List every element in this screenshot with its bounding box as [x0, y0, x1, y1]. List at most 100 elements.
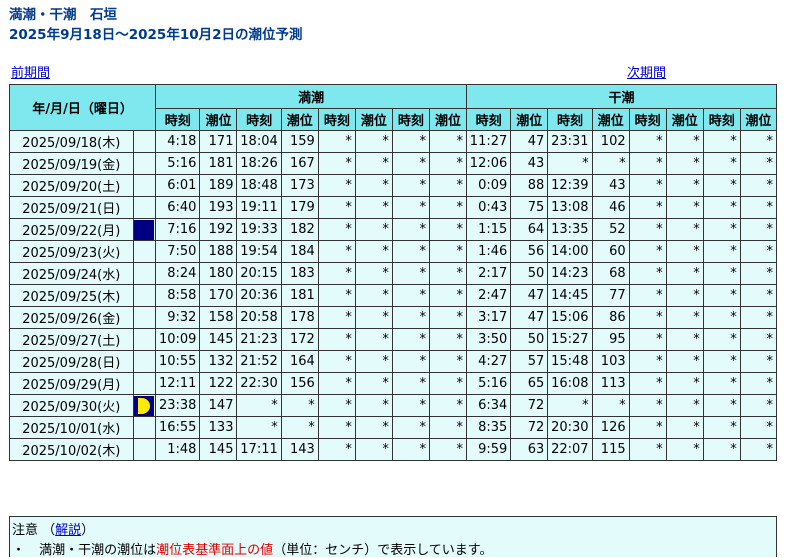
- low-tide-time-cell: *: [702, 328, 741, 351]
- table-row: 2025/09/26(金) 9:32 158 20:58 178 * * * * 3:17 47 15…: [9, 306, 778, 329]
- low-tide-time-cell: *: [628, 350, 667, 373]
- low-subheader-time: 時刻: [702, 108, 741, 131]
- date-cell: 2025/09/29(月): [9, 372, 134, 395]
- high-tide-level-cell: 158: [199, 306, 238, 329]
- bullet: ・: [12, 543, 26, 558]
- low-tide-time-cell: *: [628, 306, 667, 329]
- tide-table: 年/月/日（曜日） 満潮 干潮 時刻 潮位 時刻 潮位 時刻 潮位 時刻 潮位 時刻 潮位 時刻 潮位…: [8, 84, 778, 461]
- high-tide-level-cell: *: [354, 262, 393, 285]
- high-tide-level-cell: 180: [199, 262, 238, 285]
- low-tide-time-cell: 0:43: [465, 196, 512, 219]
- low-tide-time-cell: *: [702, 284, 741, 307]
- low-tide-level-cell: *: [739, 196, 778, 219]
- high-tide-level-cell: *: [354, 328, 393, 351]
- explanation-link[interactable]: 解説: [55, 523, 81, 538]
- low-tide-level-cell: *: [739, 174, 778, 197]
- low-tide-time-cell: *: [628, 240, 667, 263]
- high-tide-level-cell: *: [354, 240, 393, 263]
- low-tide-time-cell: 3:17: [465, 306, 512, 329]
- date-cell: 2025/10/02(木): [9, 438, 134, 461]
- high-subheader-level: 潮位: [280, 108, 319, 131]
- date-cell: 2025/09/23(火): [9, 240, 134, 263]
- low-tide-level-cell: 63: [510, 438, 549, 461]
- moon-phase-cell: [132, 152, 157, 175]
- high-tide-time-cell: 9:32: [155, 306, 201, 329]
- next-period-link[interactable]: 次期間: [627, 62, 666, 81]
- low-tide-time-cell: 5:16: [465, 372, 512, 395]
- low-tide-time-cell: 14:00: [547, 240, 593, 263]
- low-tide-level-cell: 43: [510, 152, 549, 175]
- high-tide-level-cell: *: [354, 174, 393, 197]
- low-tide-time-cell: 14:23: [547, 262, 593, 285]
- low-tide-level-cell: 47: [510, 306, 549, 329]
- low-tide-level-cell: *: [739, 218, 778, 241]
- low-tide-time-cell: *: [702, 130, 741, 153]
- low-tide-level-cell: *: [665, 218, 704, 241]
- high-tide-level-cell: 181: [280, 284, 319, 307]
- high-tide-level-cell: *: [428, 262, 468, 285]
- high-tide-level-cell: 132: [199, 350, 238, 373]
- high-tide-level-cell: *: [354, 218, 393, 241]
- low-tide-level-cell: *: [665, 328, 704, 351]
- low-tide-header: 干潮: [466, 84, 777, 109]
- high-tide-level-cell: 192: [199, 218, 238, 241]
- low-tide-level-cell: *: [665, 416, 704, 439]
- high-tide-level-cell: *: [428, 240, 468, 263]
- high-tide-level-cell: 171: [199, 130, 238, 153]
- low-tide-level-cell: *: [739, 438, 778, 461]
- note-text-before: 満潮・干潮の潮位は: [39, 543, 157, 558]
- high-tide-time-cell: 7:16: [155, 218, 201, 241]
- high-tide-level-cell: 193: [199, 196, 238, 219]
- note-highlight: 潮位表基準面上の値: [156, 543, 274, 558]
- table-row: 2025/09/22(月) 7:16 192 19:33 182 * * * * 1:15 64 13…: [9, 218, 778, 241]
- low-tide-time-cell: *: [547, 394, 593, 417]
- high-tide-time-cell: *: [391, 416, 430, 439]
- high-tide-level-cell: 188: [199, 240, 238, 263]
- low-tide-time-cell: *: [628, 262, 667, 285]
- high-tide-level-cell: 181: [199, 152, 238, 175]
- high-tide-level-cell: *: [354, 196, 393, 219]
- high-tide-time-cell: 7:50: [155, 240, 201, 263]
- page-title: 満潮・干潮 石垣 2025年9月18日～2025年10月2日の潮位予測: [9, 5, 303, 45]
- high-subheader-level: 潮位: [354, 108, 393, 131]
- table-row: 2025/09/21(日) 6:40 193 19:11 179 * * * * 0:43 75 13…: [9, 196, 778, 219]
- high-tide-level-cell: 164: [280, 350, 319, 373]
- low-tide-level-cell: *: [665, 196, 704, 219]
- low-tide-level-cell: *: [739, 262, 778, 285]
- date-cell: 2025/09/20(土): [9, 174, 134, 197]
- high-tide-time-cell: 10:09: [155, 328, 201, 351]
- low-tide-level-cell: *: [739, 152, 778, 175]
- notes-section: 注意 （解説） ・ 満潮・干潮の潮位は潮位表基準面上の値（単位：センチ）で表示し…: [9, 516, 777, 558]
- table-row: 2025/09/23(火) 7:50 188 19:54 184 * * * * 1:46 56 14…: [9, 240, 778, 263]
- high-tide-level-cell: *: [354, 130, 393, 153]
- low-tide-level-cell: *: [739, 306, 778, 329]
- high-tide-time-cell: 19:11: [236, 196, 282, 219]
- low-tide-level-cell: *: [665, 306, 704, 329]
- high-tide-time-cell: *: [317, 416, 356, 439]
- date-cell: 2025/09/22(月): [9, 218, 134, 241]
- title-period: 2025年9月18日～2025年10月2日の潮位予測: [9, 27, 303, 43]
- low-subheader-level: 潮位: [510, 108, 549, 131]
- low-tide-time-cell: *: [702, 394, 741, 417]
- high-tide-time-cell: 12:11: [155, 372, 201, 395]
- high-tide-level-cell: *: [428, 328, 468, 351]
- high-tide-level-cell: *: [354, 306, 393, 329]
- high-tide-level-cell: *: [428, 196, 468, 219]
- low-tide-level-cell: *: [665, 372, 704, 395]
- high-tide-time-cell: *: [391, 218, 430, 241]
- high-subheader-time: 時刻: [155, 108, 201, 131]
- table-row: 2025/10/02(木) 1:48 145 17:11 143 * * * * 9:59 63 22…: [9, 438, 778, 461]
- high-tide-time-cell: 17:11: [236, 438, 282, 461]
- low-subheader-level: 潮位: [665, 108, 704, 131]
- high-tide-time-cell: *: [391, 174, 430, 197]
- low-tide-time-cell: 9:59: [465, 438, 512, 461]
- low-tide-level-cell: 47: [510, 130, 549, 153]
- prev-period-link[interactable]: 前期間: [11, 62, 50, 81]
- low-tide-time-cell: *: [628, 284, 667, 307]
- low-tide-level-cell: *: [739, 240, 778, 263]
- high-tide-time-cell: 6:01: [155, 174, 201, 197]
- high-subheader-time: 時刻: [317, 108, 356, 131]
- high-tide-level-cell: 183: [280, 262, 319, 285]
- low-tide-time-cell: 14:45: [547, 284, 593, 307]
- low-tide-time-cell: *: [628, 152, 667, 175]
